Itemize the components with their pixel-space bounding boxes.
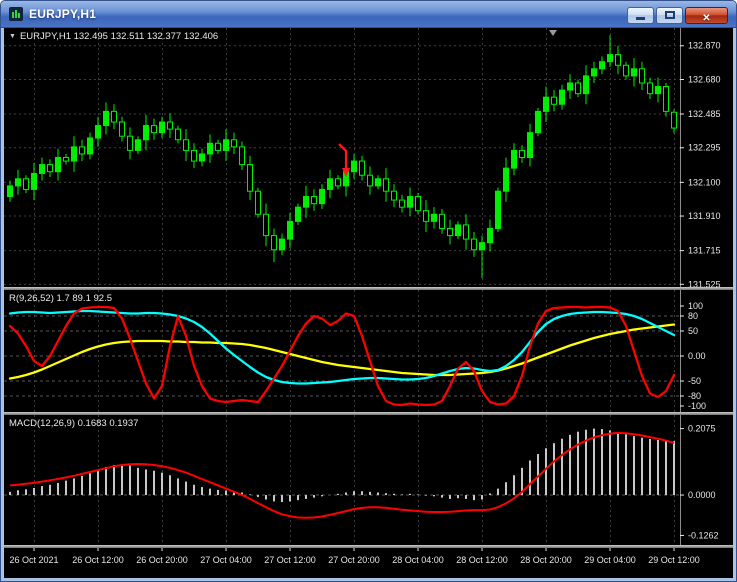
oscillator-label: R(9,26,52) 1.7 89.1 92.5 — [9, 293, 112, 304]
macd-pane[interactable]: 0.2075 0.0000 -0.1262 MACD(12,26,9) 0.1683… — [4, 415, 733, 545]
svg-text:28 Oct 12:00: 28 Oct 12:00 — [456, 555, 508, 565]
svg-text:27 Oct 04:00: 27 Oct 04:00 — [200, 555, 252, 565]
macd-plot[interactable]: 0.20750.0000-0.1262 — [4, 415, 733, 545]
svg-text:29 Oct 12:00: 29 Oct 12:00 — [648, 555, 700, 565]
svg-text:26 Oct 2021: 26 Oct 2021 — [9, 555, 58, 565]
quote-text: EURJPY,H1 132.495 132.511 132.377 132.40… — [19, 31, 219, 42]
svg-text:29 Oct 04:00: 29 Oct 04:00 — [584, 555, 636, 565]
minimize-icon — [636, 17, 645, 20]
chart-window-icon — [9, 7, 23, 21]
price-axis[interactable] — [681, 28, 733, 545]
chart-shift-marker[interactable] — [549, 30, 557, 36]
svg-text:28 Oct 20:00: 28 Oct 20:00 — [520, 555, 572, 565]
oscillator-plot[interactable]: 10080500.00-50-80-100 — [4, 290, 733, 412]
time-axis[interactable]: 26 Oct 2021 26 Oct 12:00 26 Oct 20:00 27 Oc… — [4, 548, 733, 578]
minimize-button[interactable] — [627, 7, 654, 24]
close-icon: ✕ — [702, 13, 711, 24]
macd-label: MACD(12,26,9) 0.1683 0.1937 — [9, 418, 139, 429]
svg-text:26 Oct 12:00: 26 Oct 12:00 — [72, 555, 124, 565]
main-price-pane[interactable]: 132.870 132.680 132.485 132.295 132.100 131.9… — [4, 28, 733, 287]
window-title: EURJPY,H1 — [29, 7, 97, 21]
maximize-icon — [664, 11, 675, 19]
candlestick-plot[interactable]: 132.870132.680132.485132.295132.100131.9… — [4, 28, 733, 287]
close-button[interactable]: ✕ — [685, 7, 728, 24]
symbol-quote-label: ▼ EURJPY,H1 132.495 132.511 132.377 132.4… — [9, 31, 218, 42]
chart-area: 132.870 132.680 132.485 132.295 132.100 131.9… — [4, 28, 733, 578]
one-click-trading-toggle-icon[interactable]: ▼ — [9, 33, 16, 40]
svg-text:26 Oct 20:00: 26 Oct 20:00 — [136, 555, 188, 565]
maximize-button[interactable] — [656, 7, 683, 24]
chart-window: EURJPY,H1 ✕ 132.870 132.680 132.485 132.295… — [0, 0, 737, 582]
window-controls: ✕ — [627, 7, 728, 24]
time-axis-scale[interactable]: 26 Oct 2021 26 Oct 12:00 26 Oct 20:00 27 Oc… — [4, 548, 733, 578]
oscillator-pane[interactable]: 100 80 50 0.00 -50 -80 -100 R(9,26,52) 1.7 89.… — [4, 290, 733, 412]
svg-text:28 Oct 04:00: 28 Oct 04:00 — [392, 555, 444, 565]
svg-text:27 Oct 12:00: 27 Oct 12:00 — [264, 555, 316, 565]
svg-text:27 Oct 20:00: 27 Oct 20:00 — [328, 555, 380, 565]
title-bar[interactable]: EURJPY,H1 ✕ — [1, 1, 736, 28]
